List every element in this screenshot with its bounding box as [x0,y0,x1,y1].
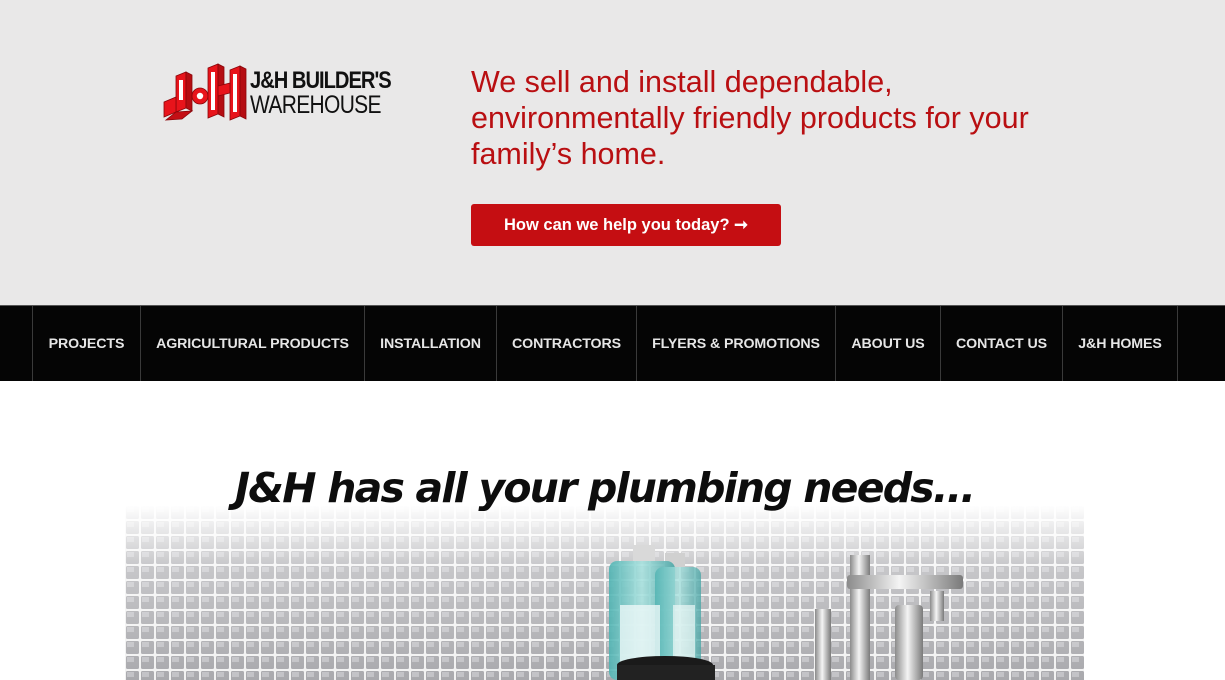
nav-link-about-us[interactable]: ABOUT US [851,336,924,352]
main-nav: PROJECTS AGRICULTURAL PRODUCTS INSTALLAT… [0,305,1225,381]
nav-item-installation: INSTALLATION [365,306,497,381]
bathroom-tile-photo [125,505,1084,680]
nav-link-contact-us[interactable]: CONTACT US [956,336,1047,352]
nav-item-projects: PROJECTS [33,306,141,381]
hero-image [125,505,1084,680]
main-nav-list: PROJECTS AGRICULTURAL PRODUCTS INSTALLAT… [32,306,1178,381]
nav-link-projects[interactable]: PROJECTS [49,336,125,352]
nav-item-flyers-promotions: FLYERS & PROMOTIONS [637,306,836,381]
nav-item-about-us: ABOUT US [836,306,941,381]
logo-text-line2: WAREHOUSE [250,91,382,119]
nav-link-jh-homes[interactable]: J&H HOMES [1078,336,1162,352]
site-logo[interactable]: J&H BUILDER'S WAREHOUSE [162,62,392,126]
jh-logo-mark-icon [163,63,247,121]
site-header: J&H BUILDER'S WAREHOUSE We sell and inst… [0,0,1225,305]
nav-item-jh-homes: J&H HOMES [1063,306,1178,381]
nav-item-agricultural-products: AGRICULTURAL PRODUCTS [141,306,365,381]
nav-link-agricultural-products[interactable]: AGRICULTURAL PRODUCTS [156,336,349,352]
nav-link-contractors[interactable]: CONTRACTORS [512,336,621,352]
nav-item-contact-us: CONTACT US [941,306,1063,381]
hero-title: J&H has all your plumbing needs... [234,464,976,512]
nav-link-flyers-promotions[interactable]: FLYERS & PROMOTIONS [652,336,820,352]
help-cta-button[interactable]: How can we help you today? ➞ [471,204,781,246]
nav-item-contractors: CONTRACTORS [497,306,637,381]
header-tagline: We sell and install dependable, environm… [471,65,1029,171]
nav-link-installation[interactable]: INSTALLATION [380,336,481,352]
